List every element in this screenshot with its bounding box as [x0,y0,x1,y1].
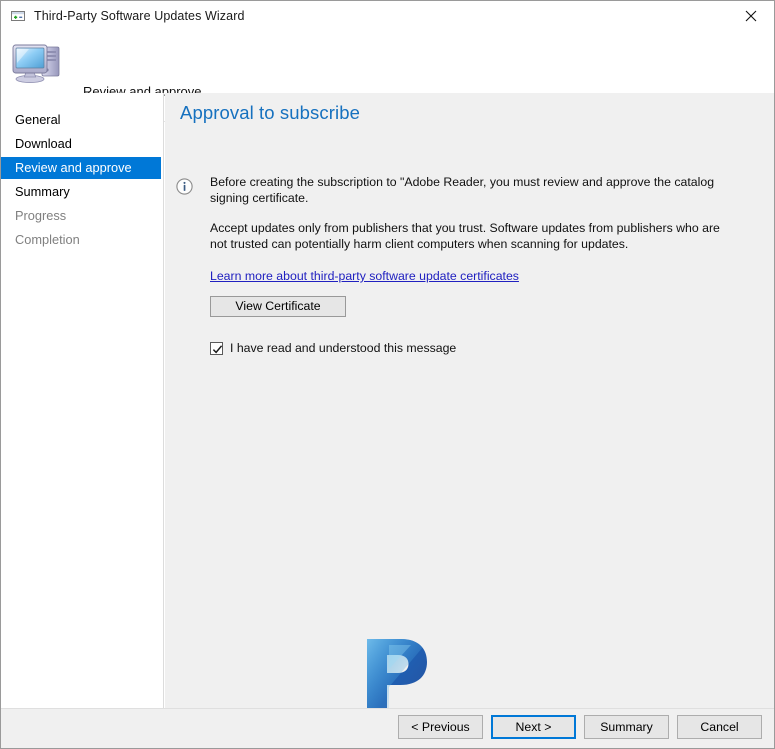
sidebar-item-general[interactable]: General [1,109,163,131]
title-bar: Third-Party Software Updates Wizard [1,1,774,30]
sidebar-item-progress: Progress [15,208,67,223]
approval-paragraph-2: Accept updates only from publishers that… [210,221,720,251]
wizard-content: Approval to subscribe Before creating th… [165,93,774,748]
wizard-window: Third-Party Software Updates Wizard Revi… [0,0,775,749]
info-icon [176,178,193,195]
learn-more-link[interactable]: Learn more about third-party software up… [210,269,519,283]
wizard-header: Review and approve [1,30,774,122]
approval-paragraph-1: Before creating the subscription to "Ado… [210,175,715,205]
sidebar-item-download[interactable]: Download [1,133,163,155]
acknowledge-checkbox-row[interactable]: I have read and understood this message [210,341,764,355]
sidebar-item-summary[interactable]: Summary [1,181,163,203]
wizard-sidebar: General Download Review and approve Summ… [1,93,164,748]
wizard-body: General Download Review and approve Summ… [1,93,774,748]
next-button[interactable]: Next > [491,715,576,739]
sidebar-item-completion: Completion [15,232,80,247]
wizard-footer: < Previous Next > Summary Cancel [1,708,774,748]
cancel-button[interactable]: Cancel [677,715,762,739]
close-icon[interactable] [728,1,774,30]
previous-button[interactable]: < Previous [398,715,483,739]
page-title: Approval to subscribe [180,102,360,123]
approval-info-block: Before creating the subscription to "Ado… [173,175,764,355]
summary-button[interactable]: Summary [584,715,669,739]
footer-button-group: < Previous Next > Summary Cancel [398,715,762,739]
sidebar-item-review-and-approve[interactable]: Review and approve [1,157,161,179]
computer-icon [11,39,67,87]
approval-info-text: Before creating the subscription to "Ado… [210,175,764,355]
wizard-window-icon [10,8,26,24]
acknowledge-checkbox-label: I have read and understood this message [230,341,457,355]
view-certificate-button[interactable]: View Certificate [210,296,346,317]
window-title: Third-Party Software Updates Wizard [34,8,245,23]
acknowledge-checkbox[interactable] [210,341,223,355]
